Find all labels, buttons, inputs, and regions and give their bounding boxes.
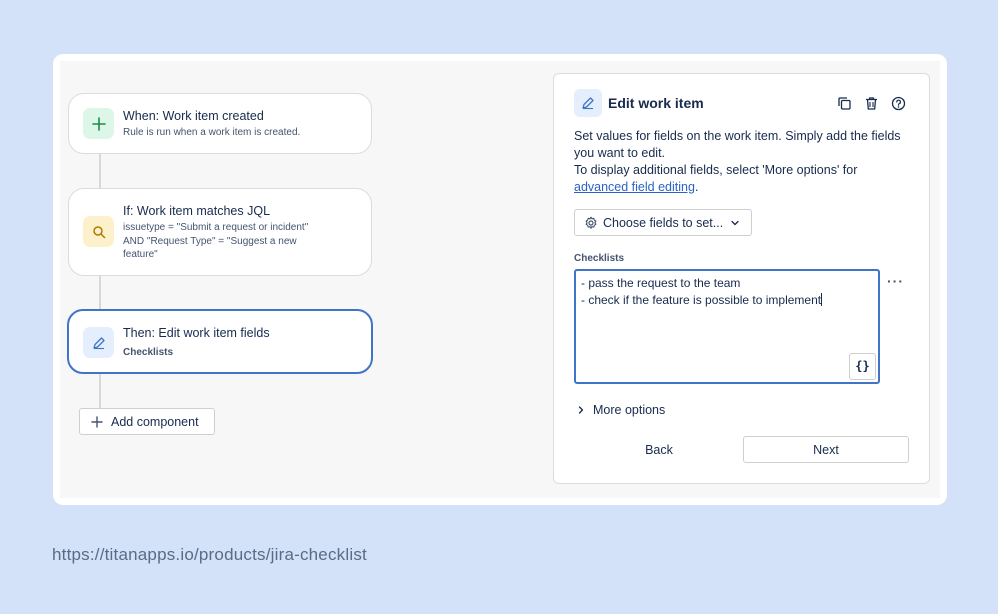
connector-line — [99, 276, 101, 309]
condition-line: feature" — [123, 249, 158, 260]
condition-line: issuetype = "Submit a request or inciden… — [123, 222, 309, 233]
add-component-button[interactable]: Add component — [79, 408, 215, 435]
condition-subtitle: issuetype = "Submit a request or inciden… — [123, 221, 353, 262]
plus-icon — [83, 108, 114, 139]
trigger-card[interactable]: When: Work item created Rule is run when… — [68, 93, 372, 154]
pencil-icon — [83, 327, 114, 358]
condition-card[interactable]: If: Work item matches JQL issuetype = "S… — [68, 188, 372, 276]
copy-icon[interactable] — [835, 94, 853, 112]
more-icon[interactable]: ··· — [887, 273, 904, 289]
action-subtitle: Checklists — [123, 347, 174, 358]
edit-work-item-panel: Edit work item Set values for fields on … — [553, 73, 930, 484]
chevron-down-icon — [730, 218, 740, 228]
description-line: Set values for fields on the work item. … — [574, 129, 901, 160]
condition-title: If: Work item matches JQL — [123, 204, 271, 218]
choose-fields-label: Choose fields to set... — [603, 215, 724, 230]
action-title: Then: Edit work item fields — [123, 326, 270, 340]
panel-description: Set values for fields on the work item. … — [574, 128, 919, 196]
panel-title: Edit work item — [608, 95, 704, 111]
pencil-icon — [574, 89, 602, 117]
checklists-field-label: Checklists — [574, 253, 625, 264]
trigger-title: When: Work item created — [123, 109, 264, 123]
text-caret — [821, 293, 823, 306]
description-line: To display additional fields, select 'Mo… — [574, 163, 858, 177]
insert-smart-value-button[interactable]: {} — [849, 353, 876, 380]
add-component-label: Add component — [111, 414, 199, 429]
choose-fields-button[interactable]: Choose fields to set... — [574, 209, 752, 236]
footer-url: https://titanapps.io/products/jira-check… — [52, 545, 367, 564]
more-options-toggle[interactable]: More options — [576, 403, 665, 417]
connector-line — [99, 154, 101, 188]
trash-icon[interactable] — [862, 94, 880, 112]
back-button[interactable]: Back — [614, 436, 704, 463]
connector-line — [99, 374, 101, 408]
plus-icon — [91, 415, 103, 428]
gear-icon — [584, 216, 598, 230]
textarea-line: - pass the request to the team — [581, 276, 741, 290]
help-icon[interactable] — [889, 94, 907, 112]
checklists-textarea[interactable]: - pass the request to the team - check i… — [574, 269, 880, 384]
action-card[interactable]: Then: Edit work item fields Checklists — [67, 309, 373, 374]
advanced-field-editing-link[interactable]: advanced field editing — [574, 180, 695, 194]
trigger-subtitle: Rule is run when a work item is created. — [123, 127, 301, 138]
next-button[interactable]: Next — [743, 436, 909, 463]
textarea-line: - check if the feature is possible to im… — [581, 293, 822, 307]
chevron-right-icon — [576, 405, 586, 415]
condition-line: AND "Request Type" = "Suggest a new — [123, 235, 297, 247]
search-icon — [83, 216, 114, 247]
more-options-label: More options — [593, 403, 666, 417]
description-period: . — [694, 180, 699, 194]
panel-actions — [835, 94, 907, 112]
